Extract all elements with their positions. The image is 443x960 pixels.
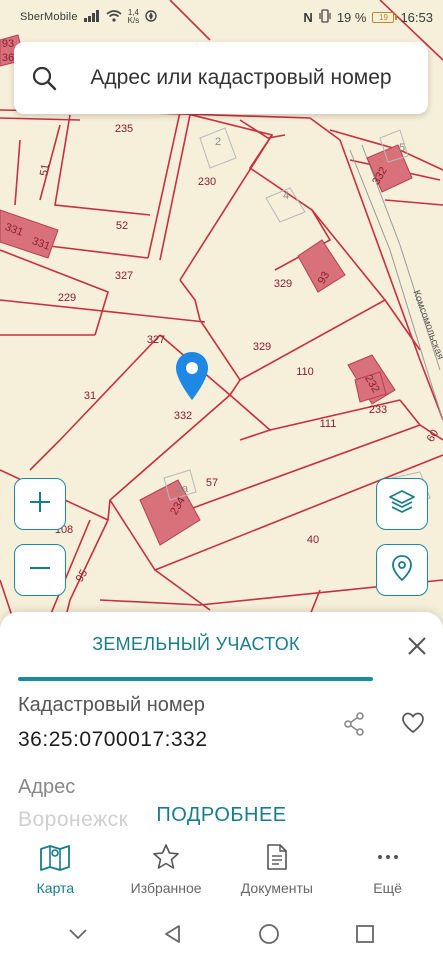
parcel-label: 40 [306,534,320,546]
cadastral-number-value: 36:25:0700017:332 [18,728,208,751]
tab-label: Ещё [373,880,402,896]
parcel-label: 31 [83,390,97,402]
parcel-label: 327 [146,334,166,346]
tab-more[interactable]: Ещё [332,843,443,905]
my-location-button[interactable] [376,544,428,596]
map-pin-icon[interactable] [174,350,210,402]
chevron-down-icon[interactable] [68,927,88,946]
share-icon[interactable] [343,712,365,741]
parcel-label: 110 [296,366,314,378]
parcel-label: 52 [115,220,129,232]
parcel-label: 111 [319,418,337,430]
building-label: 5 [398,142,406,154]
status-bar: SberMobile 1,4 K/s N 19 % 19 16:53 [0,0,443,34]
selected-parcel-label: 332 [173,410,193,422]
parcel-info-sheet: ЗЕМЕЛЬНЫЙ УЧАСТОК Кадастровый номер 36:2… [0,612,443,960]
back-icon[interactable] [163,924,183,949]
carrier-name: SberMobile [20,11,78,23]
battery-level: 19 [379,12,388,22]
network-speed: 1,4 K/s [128,9,140,25]
tab-map[interactable]: Карта [0,843,111,905]
map-icon [39,843,71,874]
parcel-label: 51 [38,162,52,178]
location-icon [390,554,414,587]
parcel-label: 93 [1,38,15,50]
details-button[interactable]: ПОДРОБНЕЕ [0,804,443,827]
minus-icon [28,556,52,585]
sheet-title: ЗЕМЕЛЬНЫЙ УЧАСТОК [92,634,300,654]
search-icon[interactable] [14,65,74,91]
recents-icon[interactable] [355,924,375,949]
tab-documents[interactable]: Документы [222,843,333,905]
cadastral-number-label: Кадастровый номер [18,694,205,716]
clock: 16:53 [400,9,433,25]
parcel-label: 229 [57,292,77,304]
compass-icon [145,9,157,25]
wifi-icon [106,9,122,25]
tab-label: Избранное [130,880,202,896]
plus-icon [28,490,52,519]
nfc-icon: N [303,9,313,25]
home-icon[interactable] [258,923,280,950]
zoom-out-button[interactable] [14,544,66,596]
star-icon [152,843,180,874]
parcel-label: 329 [273,278,293,290]
layers-icon [388,488,416,521]
parcel-label: 36 [1,52,15,64]
parcel-label: 329 [252,341,272,353]
search-bar[interactable]: Адрес или кадастровый номер [14,42,428,114]
parcel-label: 233 [368,404,388,416]
close-icon[interactable] [407,636,427,656]
signal-icon [83,9,100,25]
vibrate-icon [319,8,331,26]
system-navigation-bar [0,912,443,960]
bottom-tab-bar: Карта Избранное Документы Ещё [0,843,443,905]
search-input[interactable]: Адрес или кадастровый номер [74,63,428,93]
layers-button[interactable] [376,478,428,530]
zoom-in-button[interactable] [14,478,66,530]
battery-icon: 19 [372,11,398,23]
parcel-label: 57 [205,477,219,489]
building-label: 2а [175,483,189,495]
battery-percent: 19 % [336,9,367,25]
tab-favorites[interactable]: Избранное [111,843,222,905]
building-label: 4 [282,190,290,202]
favorite-heart-icon[interactable] [401,712,425,739]
parcel-label: 235 [114,123,134,135]
tab-label: Карта [36,880,75,896]
document-icon [265,843,289,874]
tab-label: Документы [240,880,313,896]
address-label: Адрес [18,776,76,798]
parcel-label: 230 [197,176,217,188]
more-icon [374,843,402,874]
building-label: 2 [214,136,222,148]
parcel-label: 327 [114,270,134,282]
tab-indicator [18,677,373,681]
speed-unit: K/s [127,16,140,25]
